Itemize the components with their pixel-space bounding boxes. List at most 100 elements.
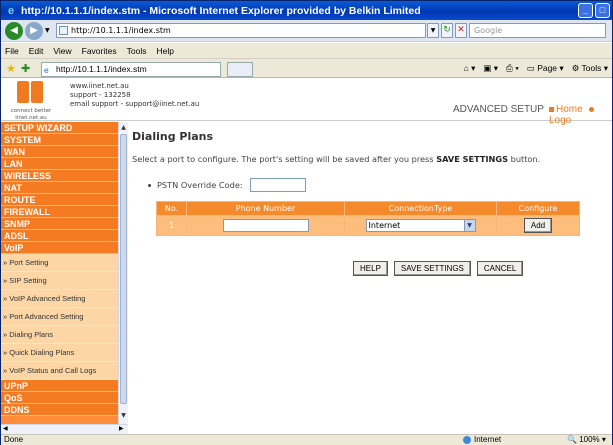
- nav-dropdown-icon[interactable]: ▼: [45, 27, 50, 34]
- row-number: 1: [156, 215, 187, 236]
- url-text: http://10.1.1.1/index.stm: [71, 26, 171, 35]
- cancel-button[interactable]: CANCEL: [476, 261, 524, 276]
- sidebar-upnp[interactable]: UPnP: [1, 380, 118, 392]
- page-title: Dialing Plans: [132, 130, 214, 143]
- scroll-left-icon[interactable]: ◀: [3, 425, 8, 432]
- page-icon: [59, 26, 68, 35]
- sidebar-scrollbar[interactable]: ▲ ▼: [118, 122, 128, 434]
- sidebar-adsl[interactable]: ADSL: [1, 230, 118, 242]
- instruction-text: Select a port to configure. The port's s…: [132, 154, 540, 164]
- command-bar: ⌂ ▾ ▣ ▾ ⎙ ▾ ▭ Page ▾ ⚙ Tools ▾: [464, 63, 608, 74]
- sidebar-item-sip-setting[interactable]: » SIP Setting: [1, 272, 118, 290]
- sidebar-snmp[interactable]: SNMP: [1, 218, 118, 230]
- maximize-icon[interactable]: □: [595, 3, 610, 18]
- sidebar-wan[interactable]: WAN: [1, 146, 118, 158]
- browser-tab[interactable]: e http://10.1.1.1/index.stm: [41, 62, 221, 77]
- menu-view[interactable]: View: [53, 46, 71, 56]
- tagline: connect better iinet.net.au: [3, 108, 59, 122]
- home-link[interactable]: Home: [556, 104, 583, 115]
- sidebar-horizontal-scrollbar[interactable]: ◀ ▶: [1, 424, 128, 434]
- table-row: 1 Internet ▼ Add: [156, 215, 580, 236]
- menu-file[interactable]: File: [5, 46, 19, 56]
- chevron-down-icon[interactable]: ▼: [463, 220, 475, 231]
- save-settings-button[interactable]: SAVE SETTINGS: [393, 261, 471, 276]
- sidebar-nat[interactable]: NAT: [1, 182, 118, 194]
- url-dropdown-icon[interactable]: ▼: [427, 23, 439, 38]
- favorites-star-icon[interactable]: ★: [6, 62, 16, 75]
- new-tab-button[interactable]: [227, 62, 253, 77]
- menu-favorites[interactable]: Favorites: [82, 46, 117, 56]
- sidebar-ddns[interactable]: DDNS: [1, 404, 118, 416]
- sidebar-item-voip-status[interactable]: » VoIP Status and Call Logs: [1, 362, 118, 380]
- instruction-pre: Select a port to configure. The port's s…: [132, 154, 437, 164]
- contact-info: www.iinet.net.au support - 132258 email …: [70, 82, 199, 109]
- back-icon[interactable]: ◀: [5, 22, 23, 40]
- col-phone-number: Phone Number: [186, 201, 345, 216]
- sidebar-wireless[interactable]: WIRELESS: [1, 170, 118, 182]
- sidebar-item-dialing-plans[interactable]: » Dialing Plans: [1, 326, 118, 344]
- sidebar-system[interactable]: SYSTEM: [1, 134, 118, 146]
- stop-icon[interactable]: ✕: [455, 23, 467, 38]
- search-input[interactable]: Google: [469, 23, 606, 38]
- menu-help[interactable]: Help: [156, 46, 173, 56]
- phone-number-input[interactable]: [222, 219, 309, 232]
- sidebar-item-port-advanced[interactable]: » Port Advanced Setting: [1, 308, 118, 326]
- zone-label: Internet: [474, 435, 502, 444]
- refresh-icon[interactable]: ↻: [441, 23, 453, 38]
- ie-logo-icon: e: [7, 4, 15, 17]
- zoom-control[interactable]: 🔍 100% ▾: [567, 435, 606, 445]
- router-header: connect better iinet.net.au www.iinet.ne…: [1, 79, 612, 126]
- home-icon[interactable]: ⌂ ▾: [464, 63, 476, 74]
- sidebar-route[interactable]: ROUTE: [1, 194, 118, 206]
- configure-cell: Add: [496, 215, 580, 236]
- col-connection-type: ConnectionType: [344, 201, 497, 216]
- bullet-icon: [148, 183, 151, 187]
- add-button[interactable]: Add: [523, 218, 553, 233]
- action-buttons: HELP SAVE SETTINGS CANCEL: [353, 261, 524, 276]
- advanced-setup-label: ADVANCED SETUP: [453, 104, 544, 115]
- url-input[interactable]: http://10.1.1.1/index.stm: [56, 23, 426, 38]
- pstn-override-input[interactable]: [249, 178, 306, 192]
- scroll-down-icon[interactable]: ▼: [119, 410, 128, 421]
- sidebar-firewall[interactable]: FIREWALL: [1, 206, 118, 218]
- minimize-icon[interactable]: _: [578, 3, 593, 18]
- connection-type-select[interactable]: Internet ▼: [365, 219, 476, 232]
- scrollbar-thumb[interactable]: [120, 134, 127, 404]
- logout-bullet-icon: [589, 106, 595, 112]
- sidebar-item-voip-advanced[interactable]: » VoIP Advanced Setting: [1, 290, 118, 308]
- scroll-up-icon[interactable]: ▲: [119, 122, 128, 133]
- sidebar-item-quick-dialing[interactable]: » Quick Dialing Plans: [1, 344, 118, 362]
- sidebar-setup-wizard[interactable]: SETUP WIZARD: [1, 122, 118, 134]
- page-menu-label: Page: [537, 63, 558, 73]
- favorites-bar: ★ ✚ e http://10.1.1.1/index.stm ⌂ ▾ ▣ ▾ …: [1, 58, 612, 78]
- title-bar: e http://10.1.1.1/index.stm - Microsoft …: [1, 1, 612, 20]
- forward-icon[interactable]: ▶: [25, 22, 43, 40]
- menu-edit[interactable]: Edit: [29, 46, 44, 56]
- add-favorites-icon[interactable]: ✚: [21, 62, 30, 75]
- sidebar-qos[interactable]: QoS: [1, 392, 118, 404]
- help-button[interactable]: HELP: [353, 261, 388, 276]
- globe-icon: [463, 436, 471, 444]
- tools-menu-label: Tools: [581, 63, 602, 73]
- sidebar-voip[interactable]: VoIP: [1, 242, 118, 254]
- table-header-row: No. Phone Number ConnectionType Configur…: [156, 201, 580, 216]
- sidebar-item-port-setting[interactable]: » Port Setting: [1, 254, 118, 272]
- tab-page-icon: e: [44, 65, 49, 75]
- scroll-right-icon[interactable]: ▶: [119, 425, 124, 432]
- sidebar-lan[interactable]: LAN: [1, 158, 118, 170]
- tools-menu[interactable]: ⚙ Tools ▾: [572, 63, 608, 74]
- instruction-post: button.: [508, 154, 541, 164]
- menu-bar: File Edit View Favorites Tools Help: [1, 43, 612, 58]
- pstn-label: PSTN Override Code:: [157, 180, 243, 190]
- search-placeholder: Google: [474, 26, 503, 35]
- menu-tools[interactable]: Tools: [127, 46, 147, 56]
- print-icon[interactable]: ⎙ ▾: [506, 63, 519, 74]
- feeds-icon[interactable]: ▣ ▾: [483, 63, 498, 74]
- contact-email: email support - support@iinet.net.au: [70, 100, 200, 108]
- page-menu[interactable]: ▭ Page ▾: [527, 63, 564, 74]
- col-configure: Configure: [496, 201, 580, 216]
- status-text: Done: [4, 435, 24, 444]
- contact-website: www.iinet.net.au: [70, 82, 129, 90]
- sidebar: SETUP WIZARD SYSTEM WAN LAN WIRELESS NAT…: [1, 122, 118, 434]
- address-bar: ◀ ▶ ▼ http://10.1.1.1/index.stm ▼ ↻ ✕ Go…: [1, 20, 612, 42]
